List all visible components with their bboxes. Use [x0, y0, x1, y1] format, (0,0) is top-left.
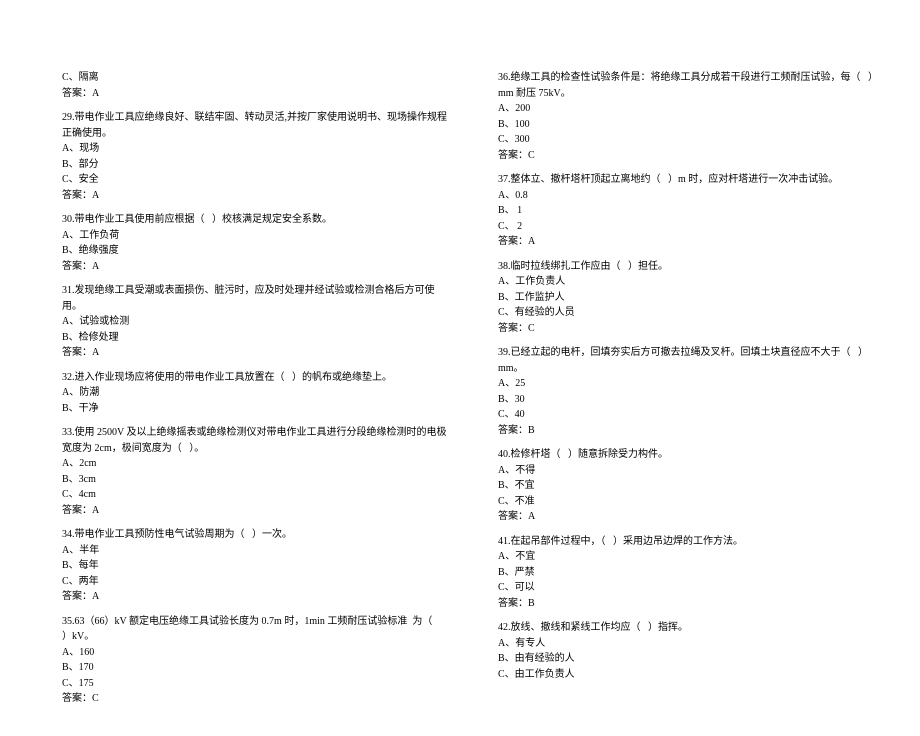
question-option: C、 2	[498, 219, 884, 235]
question-stem: 36.绝缘工具的检查性试验条件是：将绝缘工具分成若干段进行工频耐压试验，每（ ）…	[498, 70, 884, 101]
question: 31.发现绝缘工具受潮或表面损伤、脏污时，应及时处理并经试验或检测合格后方可使用…	[62, 283, 448, 361]
question-option: C、175	[62, 676, 448, 692]
question-option: A、2cm	[62, 456, 448, 472]
question-answer: 答案：A	[498, 509, 884, 525]
question-option: C、安全	[62, 172, 448, 188]
question: 38.临时拉线绑扎工作应由（ ）担任。A、工作负责人B、工作监护人C、有经验的人…	[498, 259, 884, 337]
question-option: A、不得	[498, 463, 884, 479]
question-option: B、工作监护人	[498, 290, 884, 306]
question-option: B、3cm	[62, 472, 448, 488]
question-stem: 30.带电作业工具使用前应根据（ ）校核满足规定安全系数。	[62, 212, 448, 228]
question-option: A、25	[498, 376, 884, 392]
question-answer: 答案：C	[498, 148, 884, 164]
question-stem: 37.整体立、撤杆塔杆顶起立离地约（ ）m 时，应对杆塔进行一次冲击试验。	[498, 172, 884, 188]
question-option: A、防潮	[62, 385, 448, 401]
question-option: C、4cm	[62, 487, 448, 503]
question: 42.放线、撤线和紧线工作均应（ ）指挥。A、有专人B、由有经验的人C、由工作负…	[498, 620, 884, 682]
question: 33.使用 2500V 及以上绝缘摇表或绝缘检测仪对带电作业工具进行分段绝缘检测…	[62, 425, 448, 518]
question-stem: 33.使用 2500V 及以上绝缘摇表或绝缘检测仪对带电作业工具进行分段绝缘检测…	[62, 425, 448, 456]
question-stem: 31.发现绝缘工具受潮或表面损伤、脏污时，应及时处理并经试验或检测合格后方可使用…	[62, 283, 448, 314]
question-option: A、工作负荷	[62, 228, 448, 244]
question: 30.带电作业工具使用前应根据（ ）校核满足规定安全系数。A、工作负荷B、绝缘强…	[62, 212, 448, 274]
question-option: B、由有经验的人	[498, 651, 884, 667]
question-answer: 答案：A	[62, 503, 448, 519]
question-option: C、不准	[498, 494, 884, 510]
question-stem: 32.进入作业现场应将使用的带电作业工具放置在（ ）的帆布或绝缘垫上。	[62, 370, 448, 386]
question-option: B、100	[498, 117, 884, 133]
question-answer: 答案：B	[498, 423, 884, 439]
question-stem: 40.检修杆塔（ ）随意拆除受力构件。	[498, 447, 884, 463]
question-option: B、绝缘强度	[62, 243, 448, 259]
question-option: B、干净	[62, 401, 448, 417]
question-option: A、200	[498, 101, 884, 117]
question-answer: 答案：A	[62, 188, 448, 204]
question-option: A、半年	[62, 543, 448, 559]
question-option: C、40	[498, 407, 884, 423]
question-option: A、试验或检测	[62, 314, 448, 330]
question: C、隔离答案：A	[62, 70, 448, 101]
question-option: B、检修处理	[62, 330, 448, 346]
question-stem: 39.已经立起的电杆，回填夯实后方可撤去拉绳及叉杆。回填土块直径应不大于（ ）m…	[498, 345, 884, 376]
question-option: A、0.8	[498, 188, 884, 204]
question-stem: 34.带电作业工具预防性电气试验周期为（ ）一次。	[62, 527, 448, 543]
question-option: B、30	[498, 392, 884, 408]
question: 36.绝缘工具的检查性试验条件是：将绝缘工具分成若干段进行工频耐压试验，每（ ）…	[498, 70, 884, 163]
question-answer: 答案：A	[62, 345, 448, 361]
question-stem: 38.临时拉线绑扎工作应由（ ）担任。	[498, 259, 884, 275]
question: 37.整体立、撤杆塔杆顶起立离地约（ ）m 时，应对杆塔进行一次冲击试验。A、0…	[498, 172, 884, 250]
question-option: A、工作负责人	[498, 274, 884, 290]
question-answer: 答案：A	[62, 259, 448, 275]
question-answer: 答案：C	[62, 691, 448, 707]
question-option: B、170	[62, 660, 448, 676]
question: 32.进入作业现场应将使用的带电作业工具放置在（ ）的帆布或绝缘垫上。A、防潮B…	[62, 370, 448, 417]
question-option: C、由工作负责人	[498, 667, 884, 683]
question-answer: 答案：C	[498, 321, 884, 337]
question-answer: 答案：A	[498, 234, 884, 250]
question: 34.带电作业工具预防性电气试验周期为（ ）一次。A、半年B、每年C、两年答案：…	[62, 527, 448, 605]
question-option: A、现场	[62, 141, 448, 157]
question-option: B、每年	[62, 558, 448, 574]
question-option: B、部分	[62, 157, 448, 173]
question-option: A、160	[62, 645, 448, 661]
question: 40.检修杆塔（ ）随意拆除受力构件。A、不得B、不宜C、不准答案：A	[498, 447, 884, 525]
question: 39.已经立起的电杆，回填夯实后方可撤去拉绳及叉杆。回填土块直径应不大于（ ）m…	[498, 345, 884, 438]
question-answer: 答案：B	[498, 596, 884, 612]
question-option: C、两年	[62, 574, 448, 590]
question-option: B、严禁	[498, 565, 884, 581]
question-stem: 42.放线、撤线和紧线工作均应（ ）指挥。	[498, 620, 884, 636]
question-stem: 29.带电作业工具应绝缘良好、联结牢固、转动灵活,并按厂家使用说明书、现场操作规…	[62, 110, 448, 141]
question-option: C、可以	[498, 580, 884, 596]
question-stem: 35.63（66）kV 额定电压绝缘工具试验长度为 0.7m 时，1min 工频…	[62, 614, 448, 645]
question-option: A、不宜	[498, 549, 884, 565]
question: 29.带电作业工具应绝缘良好、联结牢固、转动灵活,并按厂家使用说明书、现场操作规…	[62, 110, 448, 203]
question-option: B、不宜	[498, 478, 884, 494]
question-option: A、有专人	[498, 636, 884, 652]
question-option: C、有经验的人员	[498, 305, 884, 321]
question-stem: 41.在起吊部件过程中，（ ）采用边吊边焊的工作方法。	[498, 534, 884, 550]
question-answer: 答案：A	[62, 86, 448, 102]
question-stem: C、隔离	[62, 70, 448, 86]
question: 41.在起吊部件过程中，（ ）采用边吊边焊的工作方法。A、不宜B、严禁C、可以答…	[498, 534, 884, 612]
question-option: C、300	[498, 132, 884, 148]
question-answer: 答案：A	[62, 589, 448, 605]
question: 35.63（66）kV 额定电压绝缘工具试验长度为 0.7m 时，1min 工频…	[62, 614, 448, 707]
question-option: B、 1	[498, 203, 884, 219]
